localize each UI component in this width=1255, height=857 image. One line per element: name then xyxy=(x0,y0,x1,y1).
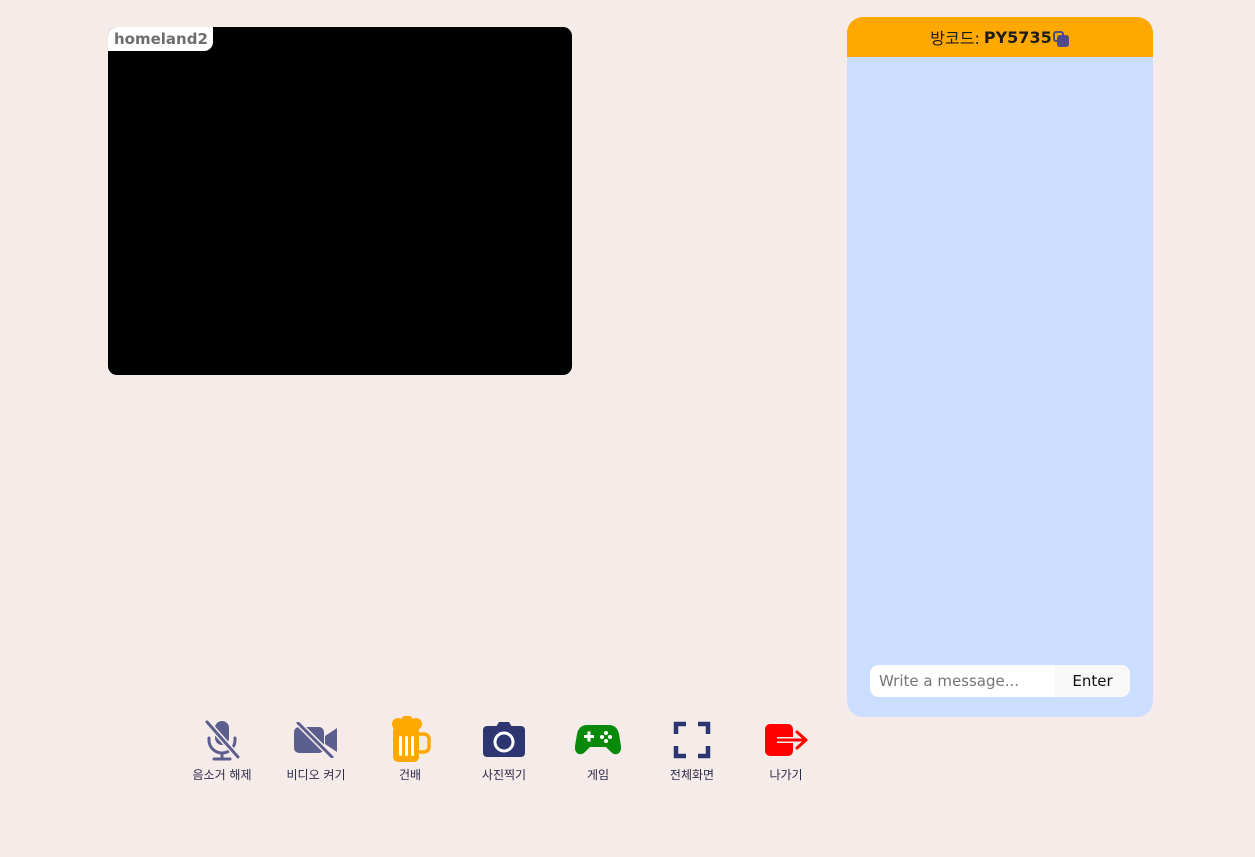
fullscreen-button[interactable]: 전체화면 xyxy=(645,716,739,783)
chat-input-row: Enter xyxy=(870,665,1130,697)
beer-icon xyxy=(386,716,434,764)
exit-icon xyxy=(762,716,810,764)
cheers-button[interactable]: 건배 xyxy=(363,716,457,783)
unmute-button[interactable]: 음소거 해제 xyxy=(175,716,269,783)
message-input[interactable] xyxy=(870,665,1055,697)
video-on-button[interactable]: 비디오 켜기 xyxy=(269,716,363,783)
exit-button[interactable]: 나가기 xyxy=(739,716,833,783)
participant-name: homeland2 xyxy=(108,27,213,51)
mic-off-icon xyxy=(198,716,246,764)
video-tile: homeland2 xyxy=(108,27,572,375)
room-code: PY5735 xyxy=(983,27,1052,47)
video-off-icon xyxy=(292,716,340,764)
control-toolbar: 음소거 해제 비디오 켜기 건배 사진찍기 게임 전체화면 나가기 xyxy=(175,716,833,783)
gamepad-icon xyxy=(574,716,622,764)
game-label: 게임 xyxy=(586,768,610,782)
chat-panel: 방코드: PY5735 Enter xyxy=(847,17,1153,717)
cheers-label: 건배 xyxy=(398,768,422,782)
game-button[interactable]: 게임 xyxy=(551,716,645,783)
fullscreen-icon xyxy=(668,716,716,764)
video-on-label: 비디오 켜기 xyxy=(286,768,346,782)
chat-messages xyxy=(847,57,1153,657)
camera-icon xyxy=(480,716,528,764)
enter-button[interactable]: Enter xyxy=(1055,665,1130,697)
chat-header: 방코드: PY5735 xyxy=(847,17,1153,57)
take-photo-button[interactable]: 사진찍기 xyxy=(457,716,551,783)
take-photo-label: 사진찍기 xyxy=(481,768,527,782)
exit-label: 나가기 xyxy=(769,768,803,782)
copy-icon[interactable] xyxy=(1052,30,1070,48)
fullscreen-label: 전체화면 xyxy=(669,768,715,782)
room-code-label: 방코드: xyxy=(930,29,980,48)
unmute-label: 음소거 해제 xyxy=(192,768,252,782)
